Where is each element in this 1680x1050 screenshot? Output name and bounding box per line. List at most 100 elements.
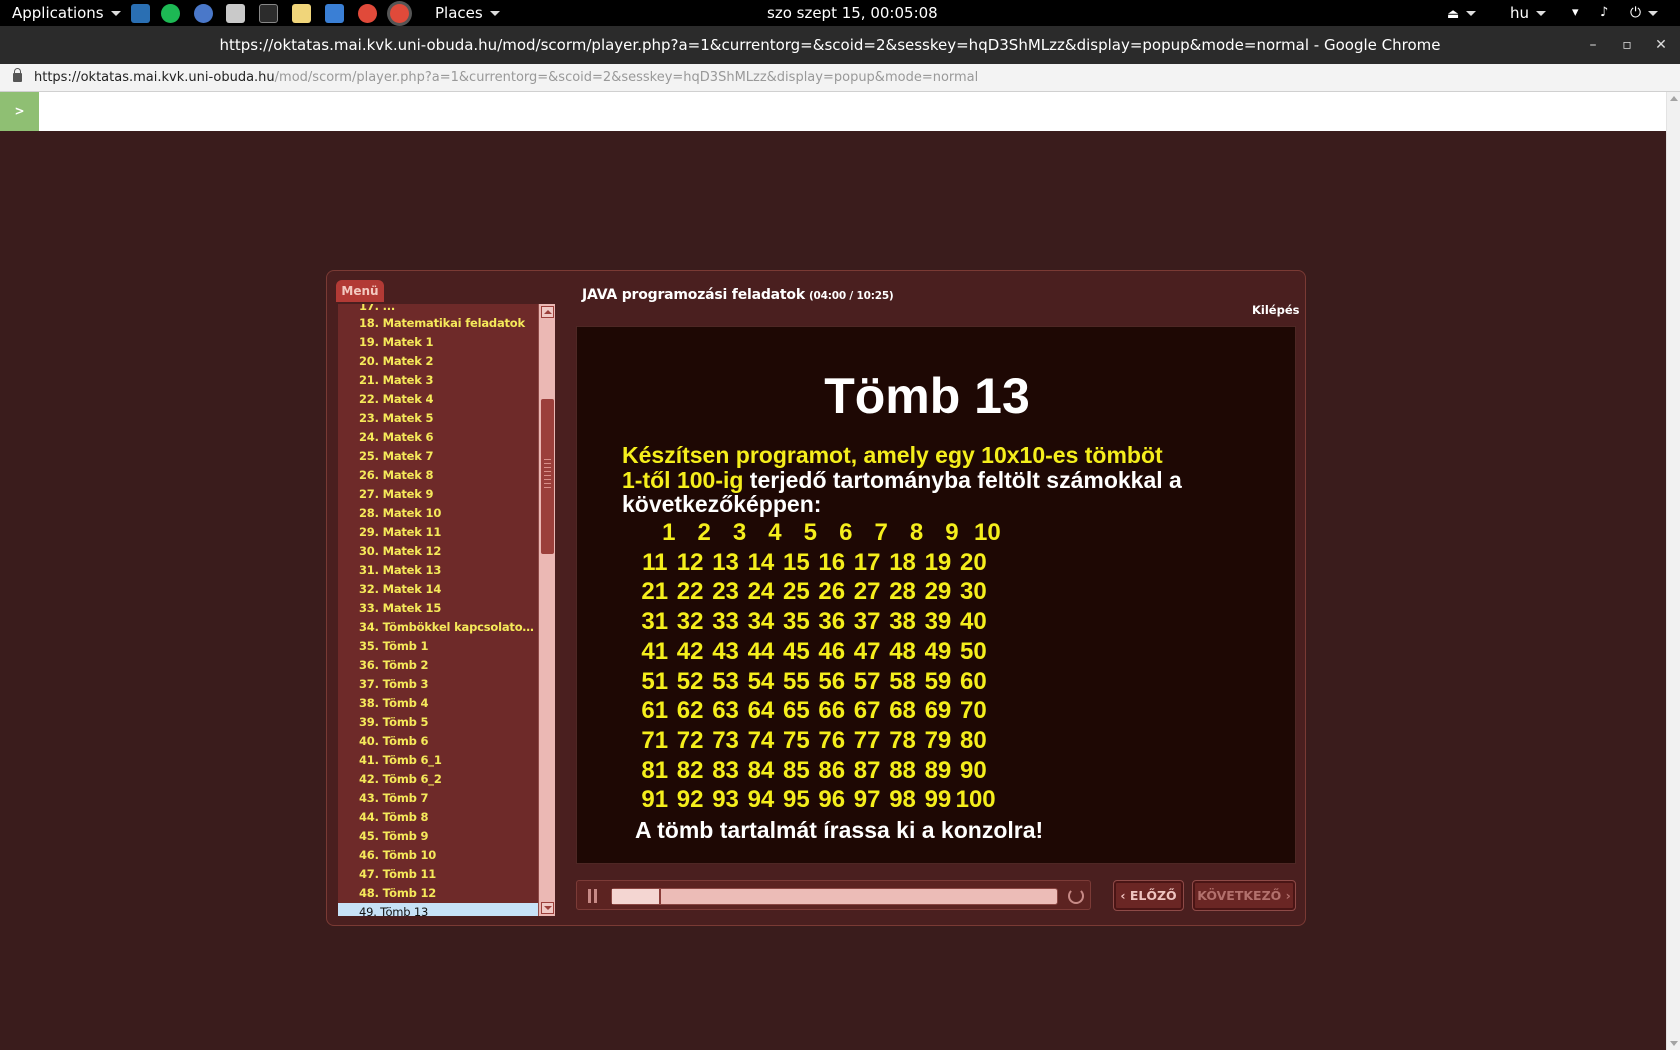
scroll-down-icon[interactable]	[1670, 1041, 1678, 1046]
archive-icon[interactable]	[226, 4, 245, 23]
menu-item[interactable]: 20. Matek 2	[338, 352, 538, 371]
progress-bar[interactable]	[611, 888, 1058, 905]
volume-icon[interactable]: ♪	[1600, 0, 1608, 26]
menu-item[interactable]: 26. Matek 8	[338, 466, 538, 485]
grid-number: 74	[747, 726, 775, 754]
menu-item[interactable]: 42. Tömb 6_2	[338, 770, 538, 789]
page-header-strip	[0, 92, 1666, 131]
grid-number: 93	[712, 786, 739, 814]
menu-item[interactable]: 24. Matek 6	[338, 428, 538, 447]
menu-item[interactable]: 37. Tömb 3	[338, 675, 538, 694]
chrome-icon[interactable]	[358, 4, 377, 23]
menu-item[interactable]: 44. Tömb 8	[338, 808, 538, 827]
desktop-icon[interactable]	[131, 4, 150, 23]
keyboard-layout[interactable]: hu	[1510, 0, 1547, 26]
exit-link[interactable]: Kilépés	[1252, 303, 1299, 317]
task-line-2-yellow: 1-től 100-ig	[622, 467, 744, 493]
menu-item[interactable]: 39. Tömb 5	[338, 713, 538, 732]
page-scrollbar[interactable]	[1666, 92, 1680, 1050]
maximize-button[interactable]: ▫	[1617, 35, 1637, 55]
menu-item[interactable]: 35. Tömb 1	[338, 637, 538, 656]
scroll-up-icon[interactable]	[541, 306, 554, 318]
grid-number: 13	[712, 548, 739, 576]
menu-item[interactable]: 25. Matek 7	[338, 447, 538, 466]
keyboard-layout-label: hu	[1510, 4, 1530, 22]
menu-item[interactable]: 38. Tömb 4	[338, 694, 538, 713]
replay-icon[interactable]	[1068, 888, 1084, 904]
menu-item[interactable]: 19. Matek 1	[338, 333, 538, 352]
grid-number: 52	[676, 667, 704, 695]
grid-number: 87	[853, 756, 881, 784]
menu-item[interactable]: 48. Tömb 12	[338, 884, 538, 903]
scroll-up-icon[interactable]	[1670, 96, 1678, 101]
grid-number: 55	[782, 667, 810, 695]
url-text[interactable]: https://oktatas.mai.kvk.uni-obuda.hu/mod…	[34, 64, 978, 92]
top-panel: Applications Places szo szept 15, 00:05:…	[0, 0, 1680, 26]
grid-number: 15	[782, 548, 810, 576]
grid-number: 35	[782, 608, 810, 636]
grid-number: 27	[853, 578, 881, 606]
grid-number: 1	[662, 519, 676, 546]
menu-item[interactable]: 23. Matek 5	[338, 409, 538, 428]
menu-item[interactable]: 31. Matek 13	[338, 561, 538, 580]
grid-number: 43	[712, 637, 739, 665]
nav-toggle-button[interactable]: >	[0, 92, 39, 131]
next-button[interactable]: KÖVETKEZŐ ›	[1192, 880, 1296, 911]
menu-item[interactable]: 45. Tömb 9	[338, 827, 538, 846]
menu-item[interactable]: 47. Tömb 11	[338, 865, 538, 884]
menu-item[interactable]: 43. Tömb 7	[338, 789, 538, 808]
text-editor-icon[interactable]	[292, 4, 311, 23]
scroll-down-icon[interactable]	[541, 902, 554, 914]
menu-item[interactable]: 30. Matek 12	[338, 542, 538, 561]
chrome-active-icon[interactable]	[390, 4, 409, 23]
applications-menu[interactable]: Applications	[12, 0, 121, 26]
spotify-icon[interactable]	[161, 4, 180, 23]
address-bar[interactable]: https://oktatas.mai.kvk.uni-obuda.hu/mod…	[0, 64, 1680, 92]
menu-item[interactable]: 18. Matematikai feladatok	[338, 314, 538, 333]
grid-number: 46	[818, 637, 846, 665]
minimize-button[interactable]: –	[1583, 35, 1603, 55]
grid-number: 30	[959, 578, 987, 606]
grid-number: 6	[839, 519, 853, 546]
menu-item[interactable]: 41. Tömb 6_1	[338, 751, 538, 770]
menu-item[interactable]: 27. Matek 9	[338, 485, 538, 504]
menu-list: 18. Matematikai feladatok 19. Matek 1 20. …	[338, 314, 538, 916]
power-menu[interactable]: ⏻	[1630, 0, 1659, 26]
menu-item[interactable]: 34. Tömbökkel kapcsolatos f...	[338, 618, 538, 637]
menu-item[interactable]: 29. Matek 11	[338, 523, 538, 542]
menu-item[interactable]: 33. Matek 15	[338, 599, 538, 618]
wifi-icon[interactable]: ▾	[1572, 0, 1579, 26]
menu-item[interactable]: 21. Matek 3	[338, 371, 538, 390]
grid-number: 61	[641, 697, 669, 725]
grid-number: 85	[782, 756, 810, 784]
menu-item[interactable]: 46. Tömb 10	[338, 846, 538, 865]
eject-menu[interactable]: ⏏	[1447, 0, 1477, 26]
menu-item[interactable]: 32. Matek 14	[338, 580, 538, 599]
menu-item-partial[interactable]: 17. ...	[338, 304, 538, 314]
menu-item[interactable]: 40. Tömb 6	[338, 732, 538, 751]
menu-scrollbar[interactable]	[538, 304, 555, 916]
chromium-icon[interactable]	[194, 4, 213, 23]
clock[interactable]: szo szept 15, 00:05:08	[767, 0, 938, 26]
grid-number: 36	[818, 608, 846, 636]
grid-number: 49	[924, 637, 952, 665]
grid-number: 5	[803, 519, 818, 546]
menu-item[interactable]: 49. Tömb 13	[338, 903, 538, 916]
pause-icon[interactable]	[587, 889, 598, 903]
menu-item[interactable]: 36. Tömb 2	[338, 656, 538, 675]
close-button[interactable]: ✕	[1651, 35, 1671, 55]
terminal-icon[interactable]	[259, 4, 278, 23]
menu-tab[interactable]: Menü	[336, 280, 384, 302]
grid-number: 92	[676, 786, 704, 814]
system-monitor-icon[interactable]	[325, 4, 344, 23]
grid-number: 20	[959, 548, 987, 576]
grid-number: 64	[747, 697, 775, 725]
menu-item[interactable]: 28. Matek 10	[338, 504, 538, 523]
grid-number: 59	[924, 667, 952, 695]
menu-item[interactable]: 22. Matek 4	[338, 390, 538, 409]
prev-button[interactable]: ‹ ELŐZŐ	[1113, 880, 1184, 911]
places-menu[interactable]: Places	[435, 0, 500, 26]
scrollbar-thumb[interactable]	[541, 399, 554, 554]
grid-number: 33	[712, 608, 739, 636]
chevron-down-icon	[1648, 10, 1659, 16]
